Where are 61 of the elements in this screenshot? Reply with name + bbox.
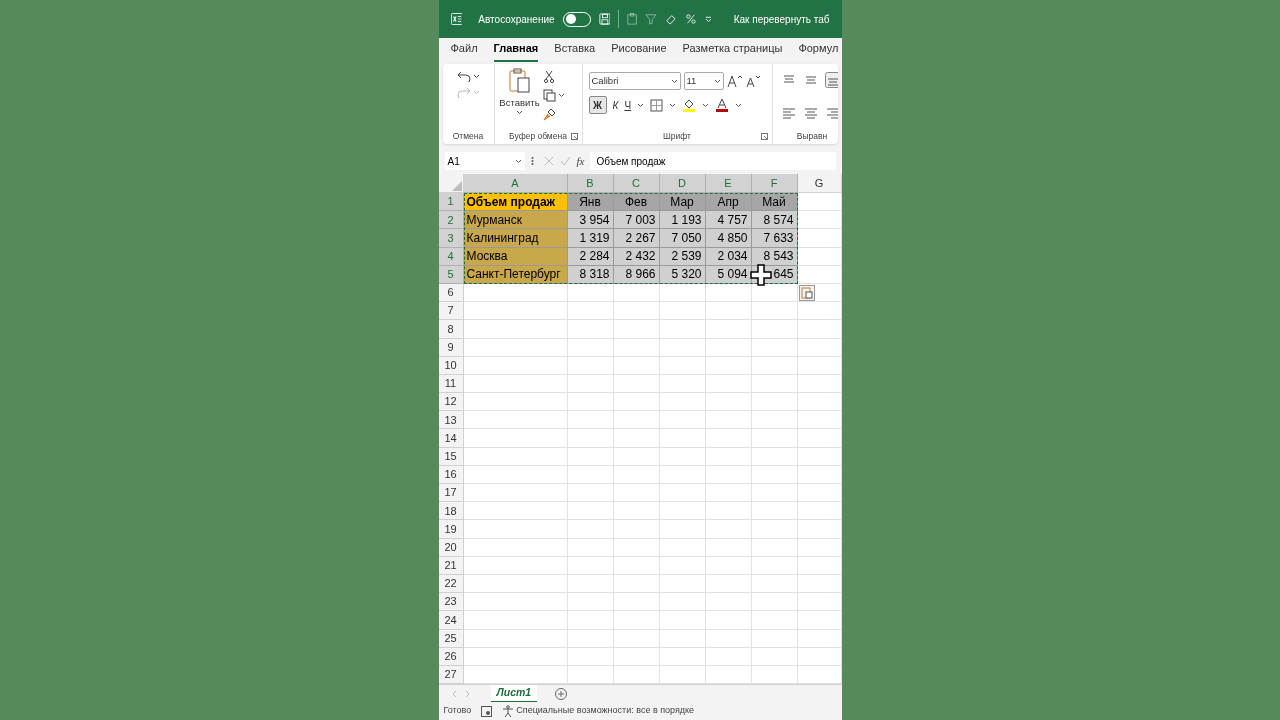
insert-function-button[interactable]: fx — [576, 152, 585, 170]
column-header[interactable]: B — [567, 174, 614, 193]
table-cell[interactable]: Апр — [705, 193, 752, 212]
row-header[interactable]: 24 — [438, 611, 464, 630]
table-cell[interactable]: Фев — [613, 193, 660, 212]
table-cell[interactable]: 7 050 — [659, 229, 706, 248]
font-name-field[interactable]: Calibri — [588, 72, 681, 90]
table-cell[interactable]: 7 003 — [613, 211, 660, 230]
group-label: Буфер обмена — [509, 129, 567, 143]
sheet-tab[interactable]: Лист1 — [490, 684, 538, 703]
table-cell[interactable]: Мурманск — [463, 211, 568, 230]
table-cell[interactable]: 1 193 — [659, 211, 706, 230]
row-header[interactable]: 18 — [438, 502, 464, 521]
table-cell[interactable]: 7 633 — [751, 229, 798, 248]
group-label: Отмена — [452, 129, 484, 143]
group-label: Шрифт — [663, 129, 691, 143]
table-cell[interactable]: 8 574 — [751, 211, 798, 230]
column-header[interactable]: D — [659, 174, 706, 193]
table-cell[interactable]: Объем продаж — [463, 193, 568, 212]
row-header[interactable]: 17 — [438, 484, 464, 503]
row-header[interactable]: 19 — [438, 520, 464, 539]
table-cell[interactable]: Мар — [659, 193, 706, 212]
group-label: Выравн — [796, 129, 828, 143]
table-cell[interactable]: 2 267 — [613, 229, 660, 248]
underline-button[interactable]: Ч — [624, 97, 632, 113]
column-header[interactable]: F — [751, 174, 798, 193]
autosave-label: Автосохранение — [478, 12, 555, 27]
font-size-field[interactable]: 11 — [683, 72, 724, 90]
row-header[interactable]: 1 — [438, 193, 464, 212]
row-header[interactable]: 2 — [438, 211, 464, 230]
bold-button[interactable]: Ж — [588, 96, 607, 114]
table-cell[interactable]: Янв — [567, 193, 614, 212]
column-header[interactable]: G — [797, 174, 842, 193]
ribbon-tab[interactable]: Файл — [450, 39, 478, 62]
row-header[interactable]: 14 — [438, 429, 464, 448]
table-cell[interactable]: Калининград — [463, 229, 568, 248]
name-box[interactable]: A1 — [444, 152, 525, 170]
column-header[interactable]: E — [705, 174, 752, 193]
ribbon-tab[interactable]: Вставка — [554, 39, 596, 62]
column-header[interactable]: C — [613, 174, 660, 193]
row-header[interactable]: 23 — [438, 593, 464, 612]
table-cell[interactable]: Май — [751, 193, 798, 212]
italic-button[interactable]: К — [612, 97, 619, 113]
table-cell[interactable]: 4 757 — [705, 211, 752, 230]
table-cell[interactable]: 4 850 — [705, 229, 752, 248]
ribbon-tab[interactable]: Рисование — [611, 39, 667, 62]
row-header[interactable]: 7 — [438, 302, 464, 321]
table-cell[interactable]: 3 954 — [567, 211, 614, 230]
row-header[interactable]: 8 — [438, 320, 464, 339]
row-header[interactable]: 3 — [438, 229, 464, 248]
table-cell[interactable]: 1 319 — [567, 229, 614, 248]
row-header[interactable]: 13 — [438, 411, 464, 430]
ribbon-tab[interactable]: Формул — [798, 39, 839, 62]
document-title: Как перевернуть таб — [733, 12, 830, 27]
column-header[interactable]: A — [463, 174, 568, 193]
formula-field[interactable]: Объем продаж — [590, 152, 836, 170]
accessibility-status[interactable]: Специальные возможности: все в порядке — [516, 704, 695, 718]
paste-button[interactable]: Вставить — [499, 96, 540, 111]
status-text: Готово — [443, 704, 472, 718]
row-header[interactable]: 12 — [438, 393, 464, 412]
ribbon-tab[interactable]: Разметка страницы — [682, 39, 783, 62]
